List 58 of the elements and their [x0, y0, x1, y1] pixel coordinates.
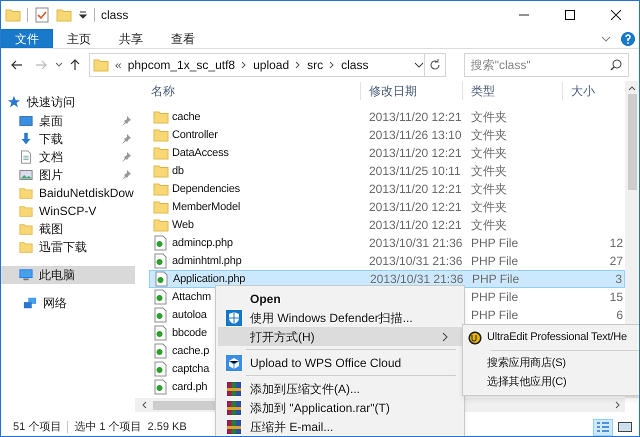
sidebar-label: 下载	[39, 131, 63, 148]
file-name: cache	[172, 110, 200, 125]
file-name: cache.p	[172, 344, 210, 359]
type-cell-text: PHP File	[470, 289, 520, 306]
sidebar-label: BaiduNetdiskDow	[39, 185, 134, 202]
file-name: autoloa	[172, 308, 207, 323]
type-cell-text: 文件夹	[470, 127, 508, 144]
type-cell-text: 文件夹	[470, 181, 508, 198]
selection-count: 选中 1 个项目	[74, 420, 142, 435]
file-name: captcha	[172, 362, 210, 377]
file-name: adminhtml.php	[172, 254, 242, 269]
sidebar-label: 图片	[39, 167, 63, 184]
file-name: Web	[172, 218, 194, 233]
sidebar-label: 迅雷下载	[39, 239, 87, 256]
size-cell: 15	[610, 290, 623, 304]
file-name: DataAccess	[172, 146, 229, 161]
date-cell-text: 2013/11/20 12:21	[368, 109, 462, 126]
file-name: card.ph	[172, 380, 208, 395]
date-cell-text: 2013/10/31 21:36	[369, 271, 463, 288]
sidebar-label: 截图	[39, 221, 63, 238]
type-cell-text: 文件夹	[470, 199, 508, 216]
file-name: MemberModel	[172, 200, 240, 215]
date-cell-text: 2013/11/20 12:21	[368, 199, 462, 216]
file-name: db	[172, 164, 184, 179]
sidebar-label: WinSCP-V	[39, 203, 96, 220]
type-cell-text: 文件夹	[470, 217, 508, 234]
date-cell-text: 2013/10/31 21:36	[368, 235, 462, 252]
size-cell: 12	[610, 236, 623, 250]
type-cell-text: 文件夹	[470, 109, 508, 126]
sidebar-label: 快速访问	[27, 94, 75, 111]
file-name: Application.php	[173, 272, 246, 287]
date-cell-text: 2013/11/26 13:10	[368, 127, 462, 144]
date-cell-text: 2013/11/25 10:11	[368, 163, 462, 180]
sidebar-label: 桌面	[39, 113, 63, 130]
date-cell-text: 2013/11/20 12:21	[368, 217, 462, 234]
date-cell-text: 2013/11/20 12:21	[368, 145, 462, 162]
item-count: 51 个项目	[13, 420, 62, 435]
file-name: Dependencies	[172, 182, 240, 197]
type-cell-text: PHP File	[470, 253, 520, 270]
date-cell-text: 2013/10/31 21:36	[368, 253, 462, 270]
window-title: class	[101, 7, 128, 24]
sidebar-label: 文档	[39, 149, 63, 166]
file-name: Controller	[172, 128, 218, 143]
size-cell: 27	[610, 254, 623, 268]
selection-size: 2.59 KB	[148, 420, 187, 435]
file-name: bbcode	[172, 326, 207, 341]
type-cell-text: 文件夹	[470, 145, 508, 162]
type-cell-text: PHP File	[470, 235, 520, 252]
type-cell-text: PHP File	[470, 307, 520, 324]
type-cell-text: 文件夹	[470, 163, 508, 180]
file-name: admincp.php	[172, 236, 233, 251]
sidebar-label: 网络	[43, 295, 67, 312]
date-cell-text: 2013/11/20 12:21	[368, 181, 462, 198]
type-cell-text: PHP File	[471, 271, 520, 288]
file-name: Attachm	[172, 290, 211, 305]
sidebar-label: 此电脑	[39, 267, 75, 284]
size-cell: 3	[615, 272, 622, 286]
size-cell: 6	[616, 308, 623, 322]
